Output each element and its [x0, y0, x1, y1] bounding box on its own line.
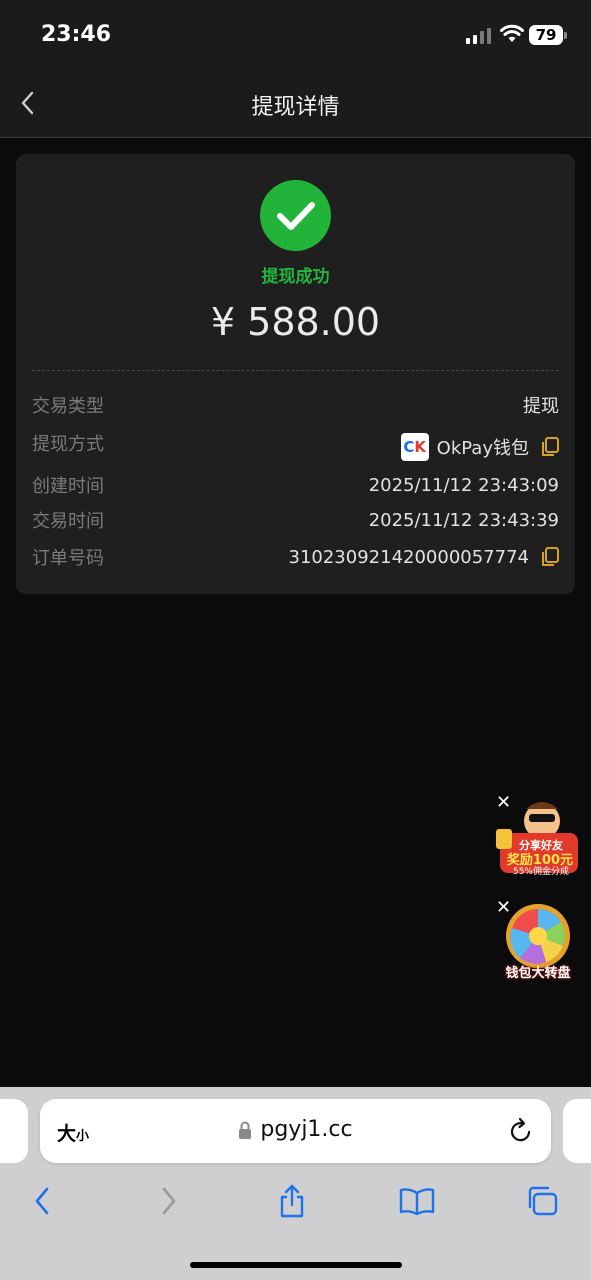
previous-tab[interactable]	[0, 1099, 28, 1163]
bookmarks-button[interactable]	[397, 1183, 437, 1219]
withdrawal-detail-card: 提现成功 ¥ 588.00 交易类型 提现 提现方式 CK OkPay钱包 创建…	[16, 154, 575, 594]
url-text: pgyj1.cc	[260, 1117, 353, 1142]
share-button[interactable]	[272, 1183, 312, 1219]
status-bar: 23:46 79	[0, 0, 591, 70]
row-value: 2025/11/12 23:43:39	[368, 509, 559, 531]
status-text: 提现成功	[261, 267, 330, 287]
cellular-signal-icon	[466, 28, 491, 44]
row-value: 310230921420000057774	[288, 546, 559, 568]
browser-back-button[interactable]	[22, 1183, 62, 1219]
chevron-right-icon	[162, 1187, 176, 1215]
payment-method-name: OkPay钱包	[436, 438, 529, 459]
detail-row-created: 创建时间 2025/11/12 23:43:09	[32, 471, 559, 499]
detail-row-transaction-time: 交易时间 2025/11/12 23:43:39	[32, 506, 559, 534]
detail-row-method: 提现方式 CK OkPay钱包	[32, 430, 559, 464]
book-icon	[399, 1188, 435, 1215]
next-tab[interactable]	[563, 1099, 591, 1163]
wallet-wheel-promo[interactable]: 钱包大转盘 ✕	[496, 899, 580, 984]
home-indicator	[190, 1262, 402, 1268]
order-number: 310230921420000057774	[288, 546, 530, 568]
row-label: 交易时间	[32, 511, 104, 532]
battery-icon: 79	[529, 25, 567, 45]
share-icon	[280, 1184, 304, 1218]
tabs-icon	[528, 1186, 558, 1216]
okpay-logo-icon: CK	[400, 433, 429, 461]
page-title: 提现详情	[251, 95, 340, 120]
status-time: 23:46	[41, 22, 112, 47]
chevron-left-icon	[35, 1187, 49, 1215]
battery-level: 79	[529, 25, 563, 45]
row-label: 创建时间	[32, 476, 104, 497]
success-check-icon	[260, 180, 331, 251]
row-label: 提现方式	[32, 434, 104, 455]
nav-bar: 提现详情	[0, 70, 591, 138]
share-friends-promo[interactable]: 分享好友 奖励100元 55%佣金分成 ✕	[496, 794, 580, 879]
row-label: 订单号码	[32, 548, 104, 569]
row-label: 交易类型	[32, 396, 104, 417]
browser-forward-button[interactable]	[149, 1183, 189, 1219]
detail-row-type: 交易类型 提现	[32, 391, 559, 419]
close-icon[interactable]: ✕	[496, 794, 512, 812]
amount: ¥ 588.00	[210, 300, 381, 344]
reload-icon[interactable]	[509, 1117, 533, 1147]
lock-icon	[238, 1121, 252, 1139]
copy-icon[interactable]	[541, 547, 559, 567]
divider	[32, 370, 559, 371]
browser-toolbar: 大小 pgyj1.cc	[0, 1087, 591, 1280]
row-value: 2025/11/12 23:43:09	[368, 474, 559, 496]
wifi-icon	[500, 24, 524, 42]
tabs-button[interactable]	[522, 1183, 562, 1219]
row-value: 提现	[523, 396, 559, 417]
detail-row-order-number: 订单号码 310230921420000057774	[32, 543, 559, 571]
close-icon[interactable]: ✕	[496, 899, 512, 917]
row-value: CK OkPay钱包	[400, 433, 559, 461]
address-bar[interactable]: 大小 pgyj1.cc	[40, 1099, 551, 1163]
copy-icon[interactable]	[541, 437, 559, 457]
